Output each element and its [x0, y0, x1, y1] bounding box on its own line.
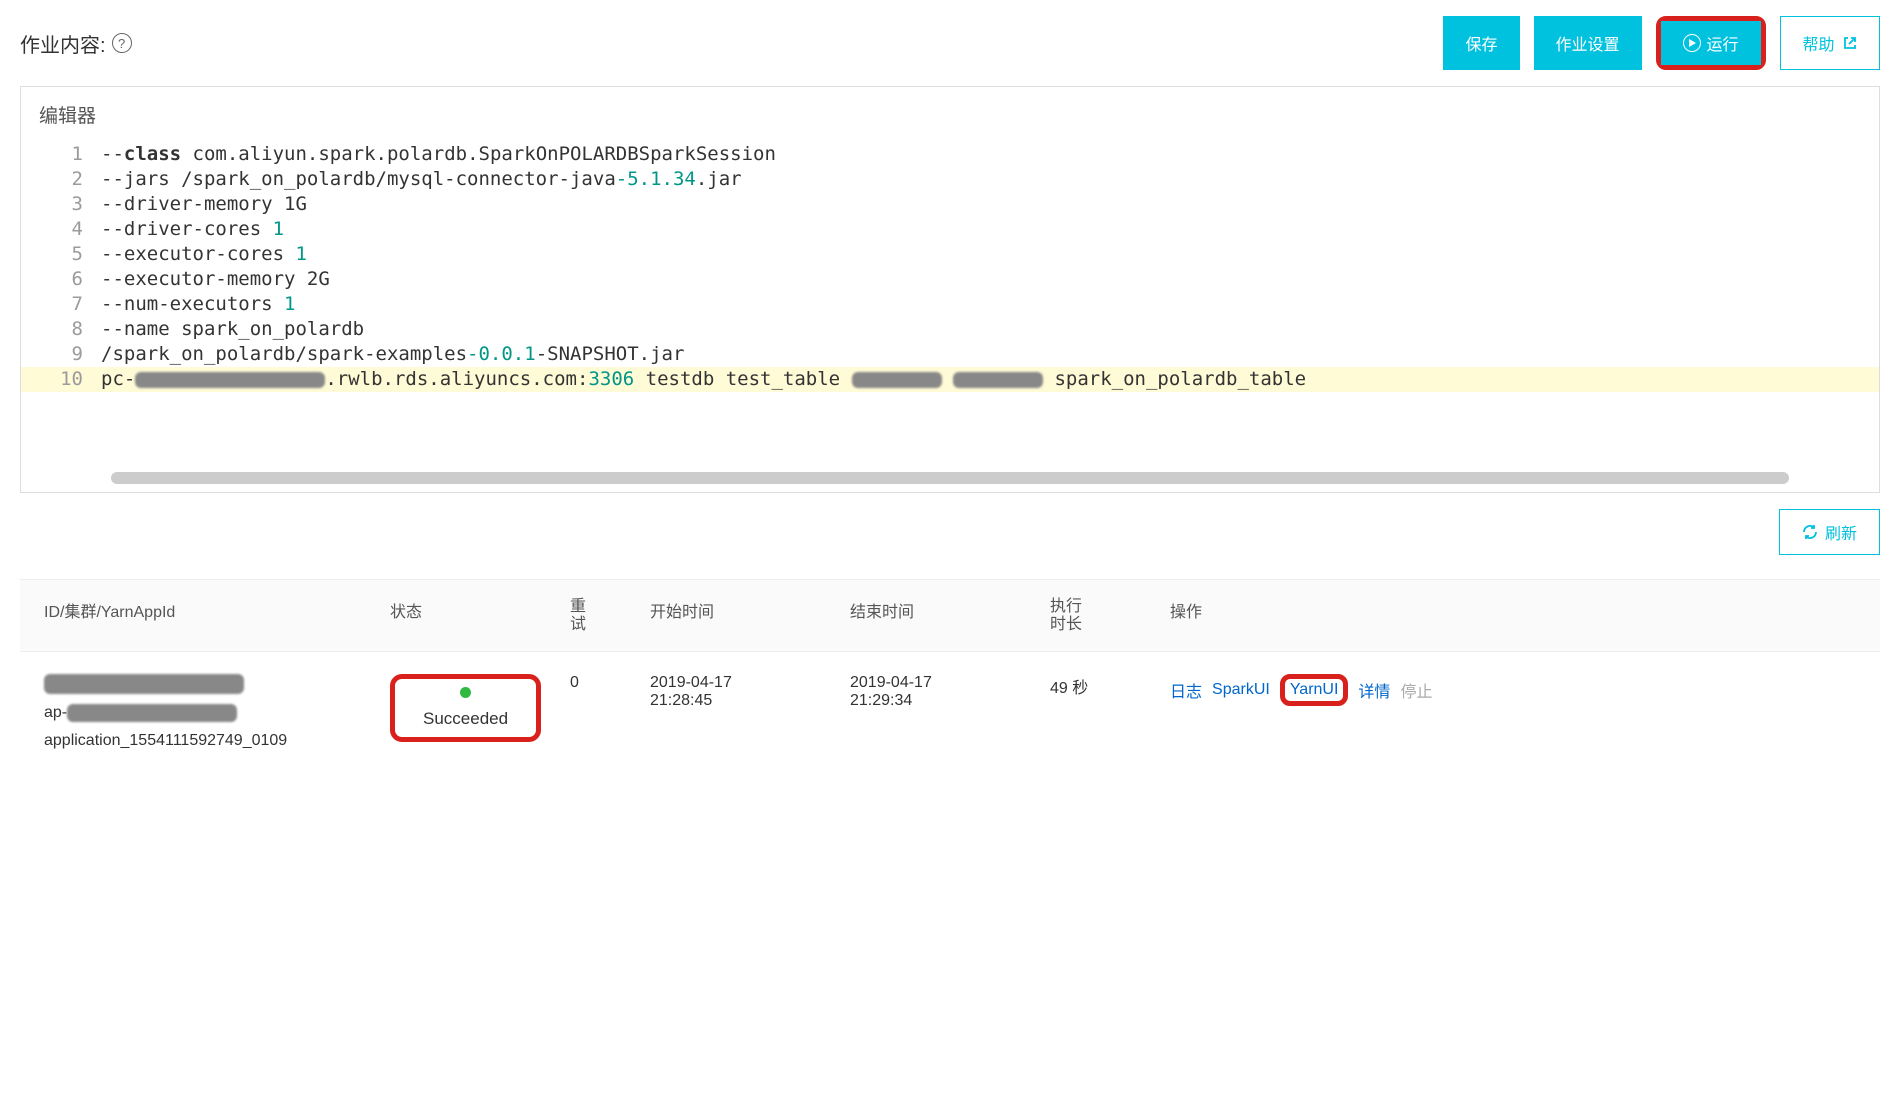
- code-line: /spark_on_polardb/spark-examples-0.0.1-S…: [101, 342, 1879, 367]
- status-highlight: Succeeded: [390, 674, 541, 742]
- table-row: ap- application_1554111592749_0109 Succe…: [20, 652, 1880, 772]
- line-number: 2: [21, 167, 101, 192]
- line-number: 1: [21, 142, 101, 167]
- redacted-text: [67, 704, 237, 722]
- toolbar: 保存 作业设置 运行 帮助: [1443, 16, 1880, 70]
- refresh-icon: [1802, 524, 1818, 540]
- yarnui-link[interactable]: YarnUI: [1290, 681, 1339, 698]
- redacted-text: [953, 372, 1043, 388]
- th-retry: 重试: [570, 598, 650, 633]
- code-editor[interactable]: 1--class com.aliyun.spark.polardb.SparkO…: [21, 142, 1879, 484]
- cell-retry: 0: [570, 674, 650, 750]
- external-link-icon: [1843, 36, 1857, 55]
- line-number: 8: [21, 317, 101, 342]
- runs-table: ID/集群/YarnAppId 状态 重试 开始时间 结束时间 执行时长 操作 …: [20, 579, 1880, 772]
- play-icon: [1683, 34, 1701, 52]
- editor-panel: 编辑器 1--class com.aliyun.spark.polardb.Sp…: [20, 86, 1880, 493]
- detail-link[interactable]: 详情: [1358, 678, 1390, 702]
- app-id: application_1554111592749_0109: [44, 732, 390, 750]
- cell-end: 2019-04-1721:29:34: [850, 674, 1050, 750]
- cell-ops: 日志 SparkUI YarnUI 详情 停止: [1170, 674, 1880, 750]
- th-ops: 操作: [1170, 598, 1880, 633]
- line-number: 10: [21, 367, 101, 392]
- yarnui-highlight: YarnUI: [1280, 674, 1349, 706]
- redacted-text: [852, 372, 942, 388]
- line-number: 3: [21, 192, 101, 217]
- page-header: 作业内容: ? 保存 作业设置 运行 帮助: [20, 16, 1880, 70]
- cell-id: ap- application_1554111592749_0109: [20, 674, 390, 750]
- redacted-text: [44, 674, 244, 694]
- settings-button[interactable]: 作业设置: [1534, 16, 1642, 70]
- redacted-text: [135, 372, 325, 388]
- line-number: 9: [21, 342, 101, 367]
- line-number: 7: [21, 292, 101, 317]
- code-line: --class com.aliyun.spark.polardb.SparkOn…: [101, 142, 1879, 167]
- run-button[interactable]: 运行: [1661, 21, 1761, 65]
- cell-duration: 49 秒: [1050, 674, 1170, 750]
- help-label: 帮助: [1803, 37, 1835, 54]
- line-number: 6: [21, 267, 101, 292]
- status-dot-icon: [460, 687, 471, 698]
- line-number: 5: [21, 242, 101, 267]
- horizontal-scrollbar[interactable]: [111, 472, 1789, 484]
- cell-status: Succeeded: [390, 674, 570, 750]
- th-status: 状态: [390, 598, 570, 633]
- code-line: --executor-memory 2G: [101, 267, 1879, 292]
- cell-start: 2019-04-1721:28:45: [650, 674, 850, 750]
- log-link[interactable]: 日志: [1170, 678, 1202, 702]
- editor-title: 编辑器: [21, 87, 1879, 142]
- code-line: --driver-cores 1: [101, 217, 1879, 242]
- sparkui-link[interactable]: SparkUI: [1212, 681, 1270, 699]
- help-button[interactable]: 帮助: [1780, 16, 1880, 70]
- code-line: pc-.rwlb.rds.aliyuncs.com:3306 testdb te…: [101, 367, 1879, 392]
- code-line: --name spark_on_polardb: [101, 317, 1879, 342]
- run-label: 运行: [1707, 31, 1739, 55]
- stop-link: 停止: [1400, 678, 1432, 702]
- question-icon[interactable]: ?: [112, 33, 132, 53]
- th-duration: 执行时长: [1050, 598, 1170, 633]
- code-line: --driver-memory 1G: [101, 192, 1879, 217]
- th-end: 结束时间: [850, 598, 1050, 633]
- refresh-label: 刷新: [1825, 520, 1857, 544]
- th-start: 开始时间: [650, 598, 850, 633]
- refresh-button[interactable]: 刷新: [1779, 509, 1880, 555]
- code-line: --jars /spark_on_polardb/mysql-connector…: [101, 167, 1879, 192]
- status-text: Succeeded: [423, 709, 508, 728]
- th-id: ID/集群/YarnAppId: [20, 598, 390, 633]
- code-line: --executor-cores 1: [101, 242, 1879, 267]
- page-title: 作业内容:: [20, 29, 106, 58]
- code-line: --num-executors 1: [101, 292, 1879, 317]
- run-highlight: 运行: [1656, 16, 1766, 70]
- table-header: ID/集群/YarnAppId 状态 重试 开始时间 结束时间 执行时长 操作: [20, 579, 1880, 652]
- save-button[interactable]: 保存: [1443, 16, 1519, 70]
- line-number: 4: [21, 217, 101, 242]
